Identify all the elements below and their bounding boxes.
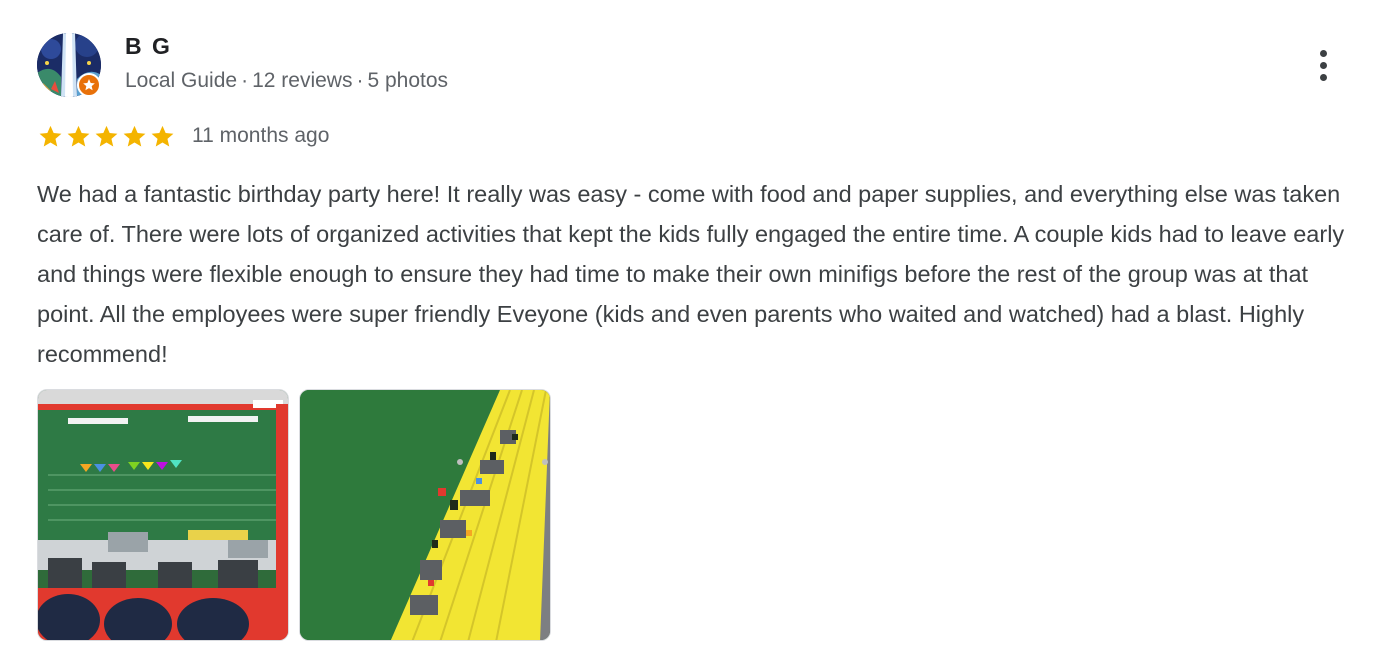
review-card: B G Local Guide · 12 reviews · 5 photos 11 m… — [0, 0, 1396, 668]
author-avatar[interactable] — [37, 33, 101, 97]
review-time: 11 months ago — [192, 124, 330, 147]
review-photos — [37, 389, 551, 641]
star-icon — [151, 125, 174, 147]
star-rating — [37, 123, 176, 150]
review-photo-lego-table[interactable] — [299, 389, 551, 641]
author-name[interactable]: B G — [125, 33, 172, 60]
author-review-count: 12 reviews — [252, 69, 353, 92]
more-vert-icon — [1319, 73, 1327, 81]
star-icon — [39, 125, 62, 147]
review-photo-party-room[interactable] — [37, 389, 289, 641]
more-vert-icon — [1319, 49, 1327, 57]
local-guide-badge-icon — [77, 73, 101, 97]
author-photo-count: 5 photos — [367, 69, 449, 92]
meta-separator: · — [241, 69, 249, 92]
author-meta[interactable]: Local Guide · 12 reviews · 5 photos — [125, 69, 448, 93]
star-icon — [95, 125, 118, 147]
more-options-button[interactable] — [1304, 44, 1342, 86]
author-role: Local Guide — [125, 69, 238, 92]
star-icon — [67, 125, 90, 147]
star-icon — [123, 125, 146, 147]
review-text: We had a fantastic birthday party here! … — [37, 181, 1345, 367]
rating-row: 11 months ago — [37, 122, 329, 150]
more-vert-icon — [1319, 61, 1327, 69]
meta-separator: · — [356, 69, 364, 92]
